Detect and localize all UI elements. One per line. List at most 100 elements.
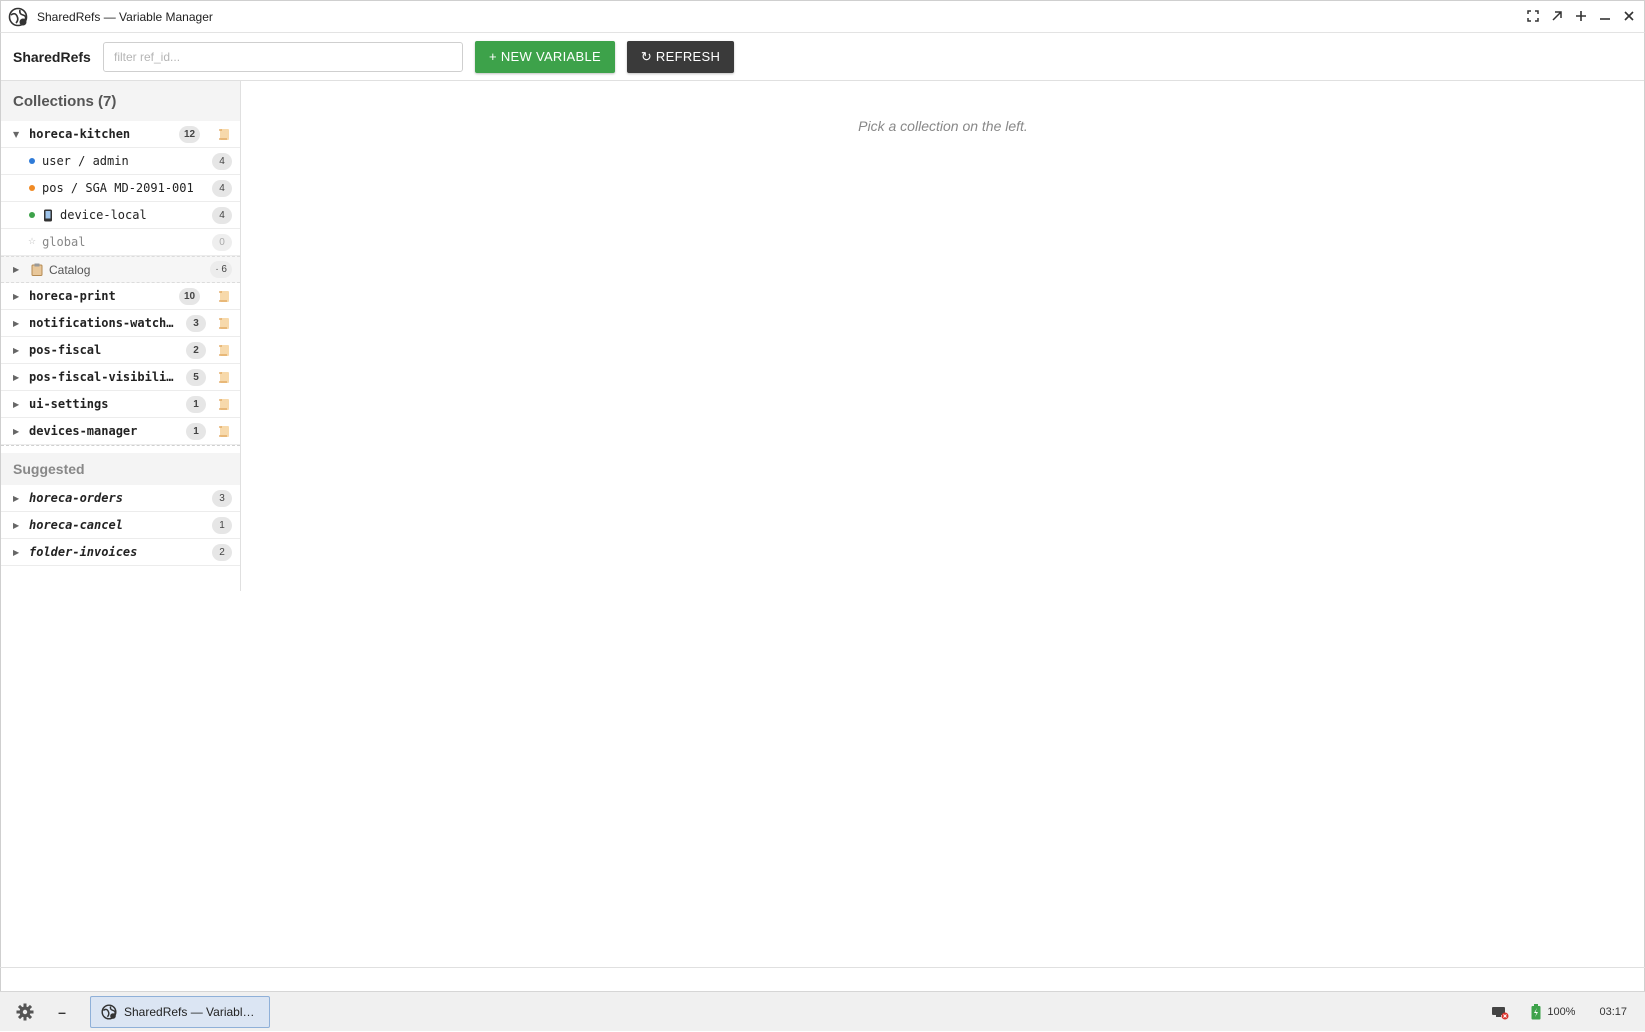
clipboard-icon [31, 263, 43, 276]
suggested-name: horeca-orders [29, 491, 123, 505]
system-tray: 100% 03:17 [1491, 992, 1627, 1032]
scroll-icon[interactable] [218, 425, 230, 438]
scope-dot [29, 212, 35, 218]
taskbar-window-button[interactable]: SharedRefs — Variabl… [90, 995, 270, 1028]
collection-name: horeca-print [29, 289, 116, 303]
count-badge: 1 [212, 516, 232, 534]
collection-row-horeca-kitchen[interactable]: ▼ horeca-kitchen 12 [1, 121, 240, 148]
scroll-icon[interactable] [218, 344, 230, 357]
refresh-button[interactable]: ↻ REFRESH [627, 40, 734, 73]
gear-icon[interactable] [14, 1001, 36, 1023]
suggested-row-folder-invoices[interactable]: ▶ folder-invoices 2 [1, 539, 240, 566]
variable-scope-label: global [42, 235, 86, 249]
count-badge: 3 [212, 489, 232, 507]
window-border [0, 33, 1, 991]
caret-right-icon[interactable]: ▶ [13, 346, 25, 355]
battery-percent: 100% [1547, 1006, 1576, 1018]
taskbar: – SharedRefs — Variabl… 100% 03:17 [0, 991, 1645, 1031]
taskbar-window-label: SharedRefs — Variabl… [124, 1004, 255, 1019]
variable-row-pos[interactable]: pos / SGA MD-2091-001 4 [1, 175, 240, 202]
caret-right-icon[interactable]: ▶ [13, 400, 25, 409]
scroll-icon[interactable] [218, 317, 230, 330]
app-globe-icon [101, 1003, 117, 1020]
new-variable-button[interactable]: + NEW VARIABLE [475, 40, 615, 73]
battery-charging-icon[interactable] [1531, 1004, 1541, 1020]
count-badge: 2 [212, 543, 232, 561]
count-badge: 1 [186, 422, 206, 440]
caret-right-icon[interactable]: ▶ [13, 548, 25, 557]
collection-row-notifications-watch[interactable]: ▶ notifications-watch… 3 [1, 310, 240, 337]
filter-input[interactable] [103, 41, 463, 72]
count-badge: 5 [186, 368, 206, 386]
collection-name: pos-fiscal [29, 343, 102, 357]
collection-name: notifications-watch… [29, 316, 174, 330]
suggested-header: Suggested [1, 453, 240, 485]
caret-right-icon[interactable]: ▶ [13, 427, 25, 436]
scroll-icon[interactable] [218, 128, 230, 141]
variable-row-user-admin[interactable]: user / admin 4 [1, 148, 240, 175]
caret-right-icon[interactable]: ▶ [13, 319, 25, 328]
catalog-row[interactable]: ▶ Catalog · 6 [1, 256, 240, 283]
empty-state-hint: Pick a collection on the left. [858, 118, 1028, 134]
catalog-label: Catalog [49, 262, 91, 277]
variable-row-device-local[interactable]: device-local 4 [1, 202, 240, 229]
app-globe-icon [7, 6, 29, 28]
fullscreen-icon[interactable] [1524, 6, 1542, 26]
close-icon[interactable] [1620, 6, 1638, 26]
collection-row-pos-fiscal-visibility[interactable]: ▶ pos-fiscal-visibili… 5 [1, 364, 240, 391]
suggested-row-horeca-orders[interactable]: ▶ horeca-orders 3 [1, 485, 240, 512]
variable-scope-label: user / admin [42, 154, 129, 168]
collection-name: ui-settings [29, 397, 109, 411]
count-badge: 4 [212, 179, 232, 197]
caret-right-icon[interactable]: ▶ [13, 265, 25, 274]
suggested-row-horeca-cancel[interactable]: ▶ horeca-cancel 1 [1, 512, 240, 539]
count-badge: 1 [186, 395, 206, 413]
variable-row-global[interactable]: ☆ global 0 [1, 229, 240, 256]
scope-dot [29, 185, 35, 191]
section-divider [1, 445, 240, 453]
caret-right-icon[interactable]: ▶ [13, 373, 25, 382]
scroll-icon[interactable] [218, 398, 230, 411]
suggested-name: horeca-cancel [29, 518, 123, 532]
scroll-icon[interactable] [218, 371, 230, 384]
suggested-name: folder-invoices [29, 545, 138, 559]
window-title: SharedRefs — Variable Manager [37, 9, 213, 24]
collections-header: Collections (7) [1, 81, 240, 121]
main-toolbar: SharedRefs + NEW VARIABLE ↻ REFRESH [0, 33, 1645, 81]
collection-row-horeca-print[interactable]: ▶ horeca-print 10 [1, 283, 240, 310]
caret-right-icon[interactable]: ▶ [13, 521, 25, 530]
brand-label: SharedRefs [13, 48, 91, 65]
count-badge: 2 [186, 341, 206, 359]
caret-right-icon[interactable]: ▶ [13, 494, 25, 503]
variable-scope-label: device-local [60, 208, 147, 222]
scope-dot [29, 158, 35, 164]
count-badge: 0 [212, 233, 232, 251]
count-badge: 4 [212, 152, 232, 170]
count-badge: · 6 [210, 261, 232, 278]
count-badge: 10 [179, 287, 201, 305]
window-titlebar: SharedRefs — Variable Manager [0, 0, 1645, 33]
network-disconnected-icon[interactable] [1491, 1004, 1509, 1020]
restore-arrow-icon[interactable] [1548, 6, 1566, 26]
collection-name: horeca-kitchen [29, 127, 131, 141]
maximize-plus-icon[interactable] [1572, 6, 1590, 26]
count-badge: 12 [179, 125, 201, 143]
scroll-icon[interactable] [218, 290, 230, 303]
show-desktop-minimize-icon[interactable]: – [54, 1004, 70, 1020]
collections-sidebar: Collections (7) ▼ horeca-kitchen 12 user… [0, 81, 241, 591]
collection-name: devices-manager [29, 424, 138, 438]
collection-name: pos-fiscal-visibili… [29, 370, 174, 384]
variable-scope-label: pos / SGA MD-2091-001 [42, 181, 194, 195]
minimize-icon[interactable] [1596, 6, 1614, 26]
caret-down-icon[interactable]: ▼ [13, 130, 25, 139]
collection-row-ui-settings[interactable]: ▶ ui-settings 1 [1, 391, 240, 418]
clock[interactable]: 03:17 [1599, 1006, 1627, 1018]
star-outline-icon: ☆ [28, 237, 37, 247]
count-badge: 3 [186, 314, 206, 332]
status-divider [0, 967, 1645, 968]
collection-row-devices-manager[interactable]: ▶ devices-manager 1 [1, 418, 240, 445]
caret-right-icon[interactable]: ▶ [13, 292, 25, 301]
count-badge: 4 [212, 206, 232, 224]
mobile-phone-icon [43, 209, 53, 222]
collection-row-pos-fiscal[interactable]: ▶ pos-fiscal 2 [1, 337, 240, 364]
